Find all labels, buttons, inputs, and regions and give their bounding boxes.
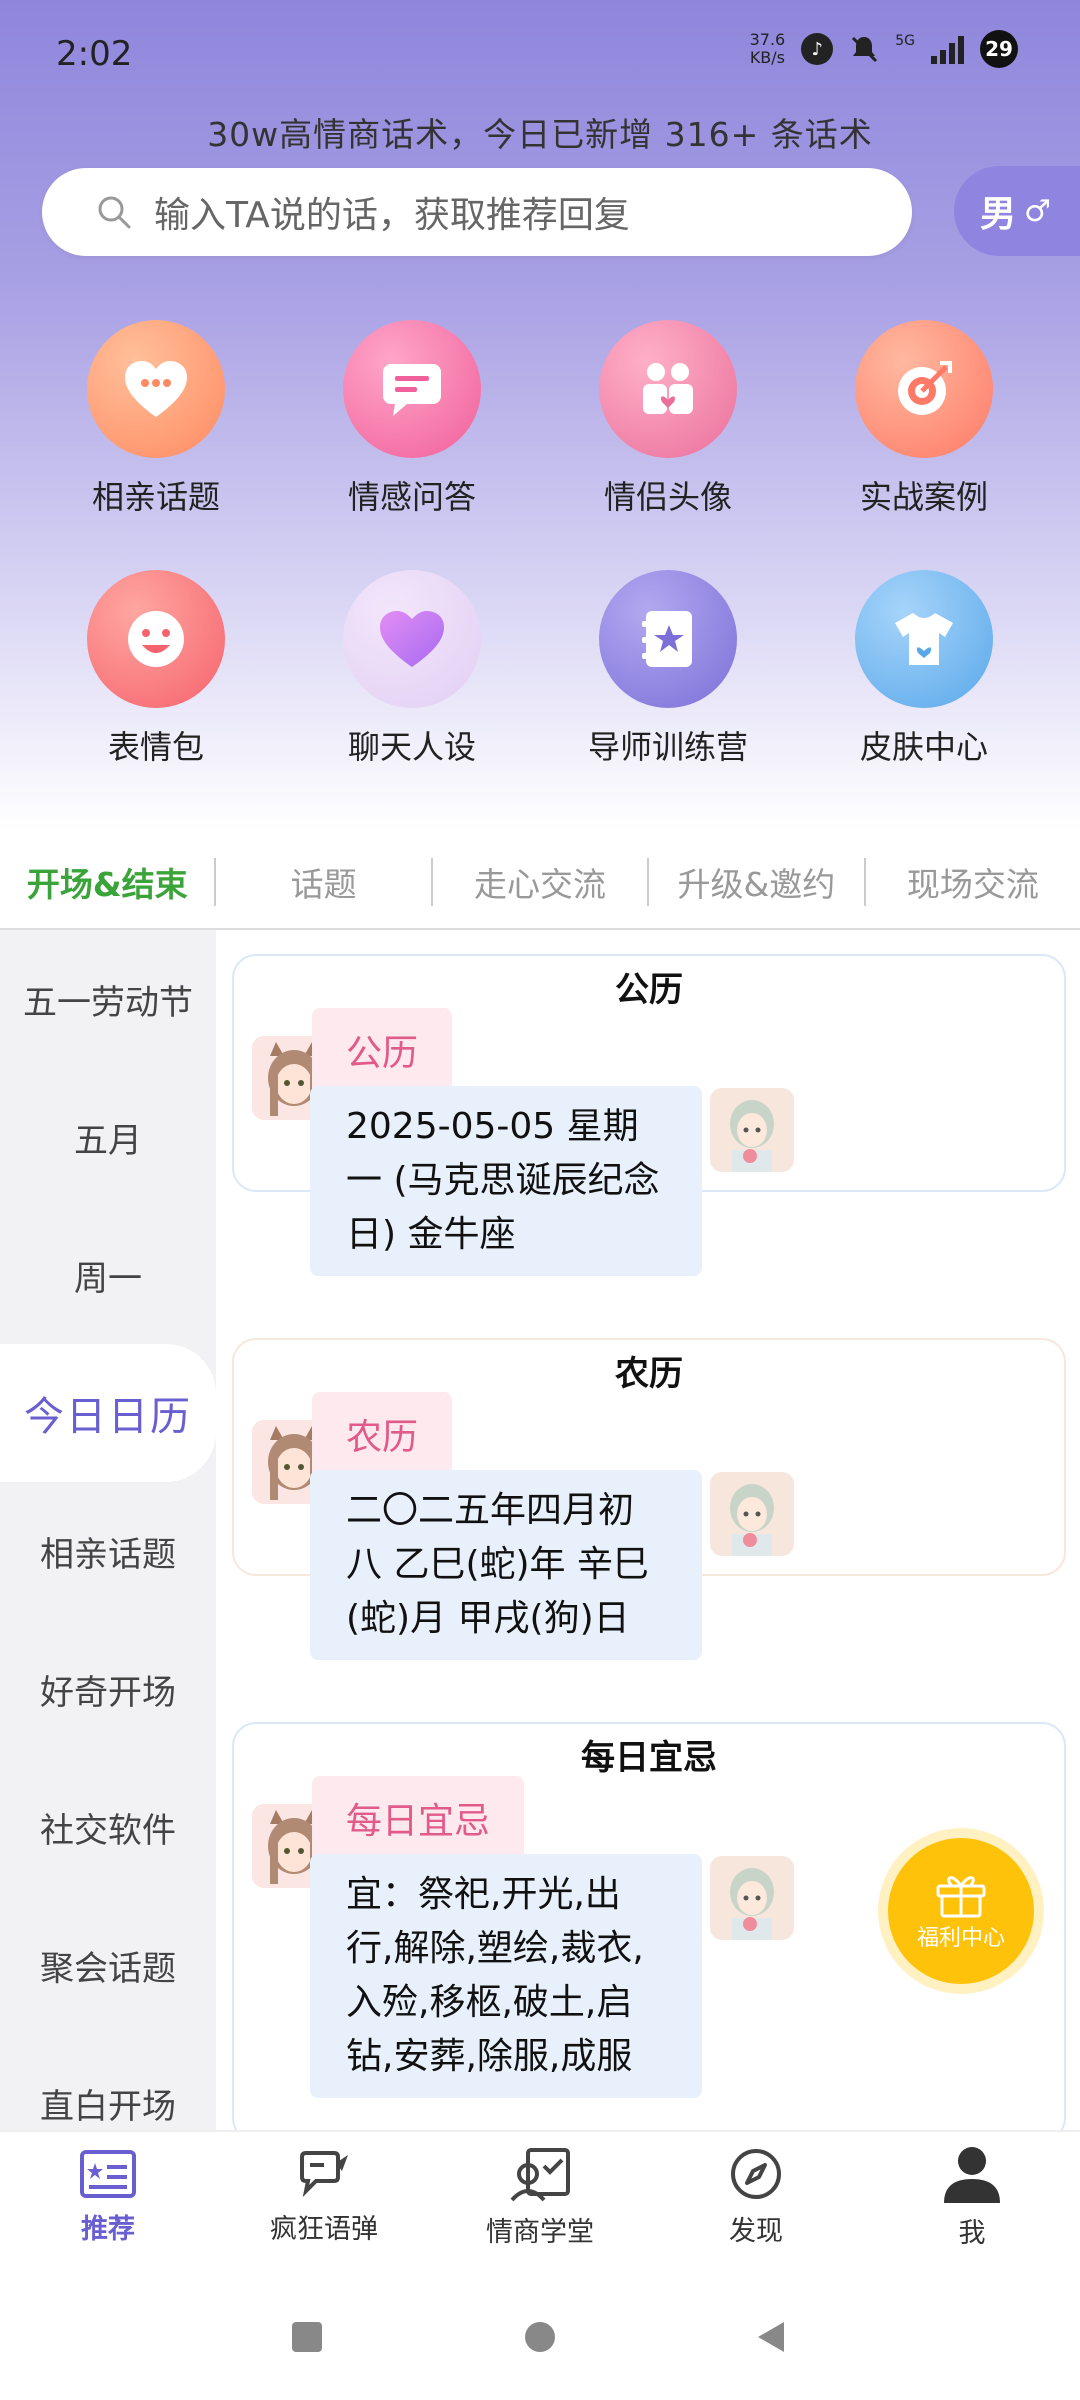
nav-label: 疯狂语弹 [270,2213,378,2245]
status-bar: 2:02 37.6 KB/s ♪ 5G 29 [0,0,1080,110]
sidebar-item-may[interactable]: 五月 [0,1068,216,1206]
message-icon [343,320,481,458]
card-title: 农历 [615,1354,683,1394]
feature-label: 情感问答 [347,478,476,516]
card-bubble: 宜：祭祀,开光,出行,解除,塑绘,裁衣,入殓,移柩,破土,启钻,安葬,除服,成服 [310,1854,702,2098]
card-title: 公历 [615,970,683,1010]
card-lunar-calendar[interactable]: 农历 农历 二〇二五年四月初八 乙巳(蛇)年 辛巳(蛇)月 甲戌(狗)日 [232,1338,1066,1660]
back-button[interactable] [758,2322,784,2352]
home-button[interactable] [525,2322,555,2352]
tab-live-talk[interactable]: 现场交流 [866,858,1080,906]
heart-chat-icon [87,320,225,458]
feature-label: 表情包 [107,728,204,766]
sidebar-item-curious-opening[interactable]: 好奇开场 [0,1620,216,1758]
target-icon [855,320,993,458]
search-bar[interactable]: 输入TA说的话，获取推荐回复 [42,168,912,256]
welfare-center-label: 福利中心 [916,1926,1005,1951]
sidebar-item-party-topics[interactable]: 聚会话题 [0,1896,216,2034]
feature-stickers[interactable]: 表情包 [28,570,284,768]
system-navigation [0,2290,1080,2380]
school-icon [510,2147,570,2201]
recommend-icon [80,2149,136,2198]
avatar-boy [710,1472,794,1556]
tab-opening-ending[interactable]: 开场&结束 [0,858,214,906]
feature-mentor-camp[interactable]: 导师训练营 [540,570,796,768]
feature-label: 相亲话题 [91,478,220,516]
nav-me[interactable]: 我 [864,2132,1080,2262]
nav-discover[interactable]: 发现 [648,2132,864,2262]
feature-blind-date-topics[interactable]: 相亲话题 [28,320,284,518]
heart-icon [343,570,481,708]
welfare-center-button[interactable]: 福利中心 [888,1838,1034,1984]
card-bubble: 二〇二五年四月初八 乙巳(蛇)年 辛巳(蛇)月 甲戌(狗)日 [310,1470,702,1660]
tab-upgrade-invite[interactable]: 升级&邀约 [649,858,863,906]
avatar-boy [710,1856,794,1940]
bottom-nav: 推荐 疯狂语弹 情商学堂 发现 我 [0,2130,1080,2262]
tshirt-icon [855,570,993,708]
compass-icon [731,2148,781,2199]
battery-indicator: 29 [980,30,1018,68]
sidebar-item-today-calendar[interactable]: 今日日历 [0,1344,216,1482]
feature-real-cases[interactable]: 实战案例 [796,320,1052,518]
network-type: 5G [895,33,915,49]
search-input[interactable]: 输入TA说的话，获取推荐回复 [154,186,630,238]
card-title: 每日宜忌 [581,1738,717,1778]
sidebar-item-labor-day[interactable]: 五一劳动节 [0,930,216,1068]
sidebar: 五一劳动节 五月 周一 今日日历 相亲话题 好奇开场 社交软件 聚会话题 直白开… [0,930,216,2130]
notification-app-icon: ♪ [801,33,834,65]
signal-icon [931,34,964,64]
nav-label: 我 [958,2217,986,2249]
muted-bell-icon [849,34,879,64]
book-star-icon [599,570,737,708]
speed-value: 37.6 [749,30,786,49]
tab-heart-talk[interactable]: 走心交流 [433,858,647,906]
sidebar-item-social-apps[interactable]: 社交软件 [0,1758,216,1896]
feature-label: 实战案例 [859,478,988,516]
nav-crazy-lines[interactable]: 疯狂语弹 [216,2132,432,2262]
feature-label: 聊天人设 [347,728,476,766]
feature-label: 皮肤中心 [859,728,988,766]
tab-topics[interactable]: 话题 [216,858,430,906]
status-icons: 37.6 KB/s ♪ 5G 29 [750,30,1018,68]
status-time: 2:02 [56,34,133,74]
speed-unit: KB/s [749,48,786,67]
category-tabs: 开场&结束 话题 走心交流 升级&邀约 现场交流 [0,836,1080,930]
card-solar-calendar[interactable]: 公历 公历 2025-05-05 星期一 (马克思诞辰纪念日) 金牛座 [232,954,1066,1276]
feature-skin-center[interactable]: 皮肤中心 [796,570,1052,768]
feature-label: 情侣头像 [603,478,732,516]
sidebar-item-monday[interactable]: 周一 [0,1206,216,1344]
recents-button[interactable] [292,2322,322,2352]
gender-toggle[interactable]: 男 ♂ [954,166,1080,256]
nav-eq-school[interactable]: 情商学堂 [432,2132,648,2262]
network-speed: 37.6 KB/s [750,31,786,67]
gender-label: 男 [980,194,1017,235]
couple-icon [599,320,737,458]
feature-emotion-qa[interactable]: 情感问答 [284,320,540,518]
nav-label: 发现 [729,2215,783,2247]
chat-bullet-icon [300,2150,348,2197]
male-icon: ♂ [1024,193,1051,229]
nav-label: 情商学堂 [486,2216,594,2248]
card-bubble: 2025-05-05 星期一 (马克思诞辰纪念日) 金牛座 [310,1086,702,1276]
nav-label: 推荐 [81,2213,135,2245]
nav-recommend[interactable]: 推荐 [0,2132,216,2262]
smile-icon [87,570,225,708]
feature-couple-avatars[interactable]: 情侣头像 [540,320,796,518]
gift-icon [936,1876,986,1918]
search-icon [98,196,131,229]
feature-chat-persona[interactable]: 聊天人设 [284,570,540,768]
sidebar-item-blind-date[interactable]: 相亲话题 [0,1482,216,1620]
banner-text: 30w高情商话术，今日已新增 316+ 条话术 [207,115,873,154]
feature-label: 导师训练营 [587,728,748,766]
profile-icon [944,2146,1000,2203]
avatar-boy [710,1088,794,1172]
